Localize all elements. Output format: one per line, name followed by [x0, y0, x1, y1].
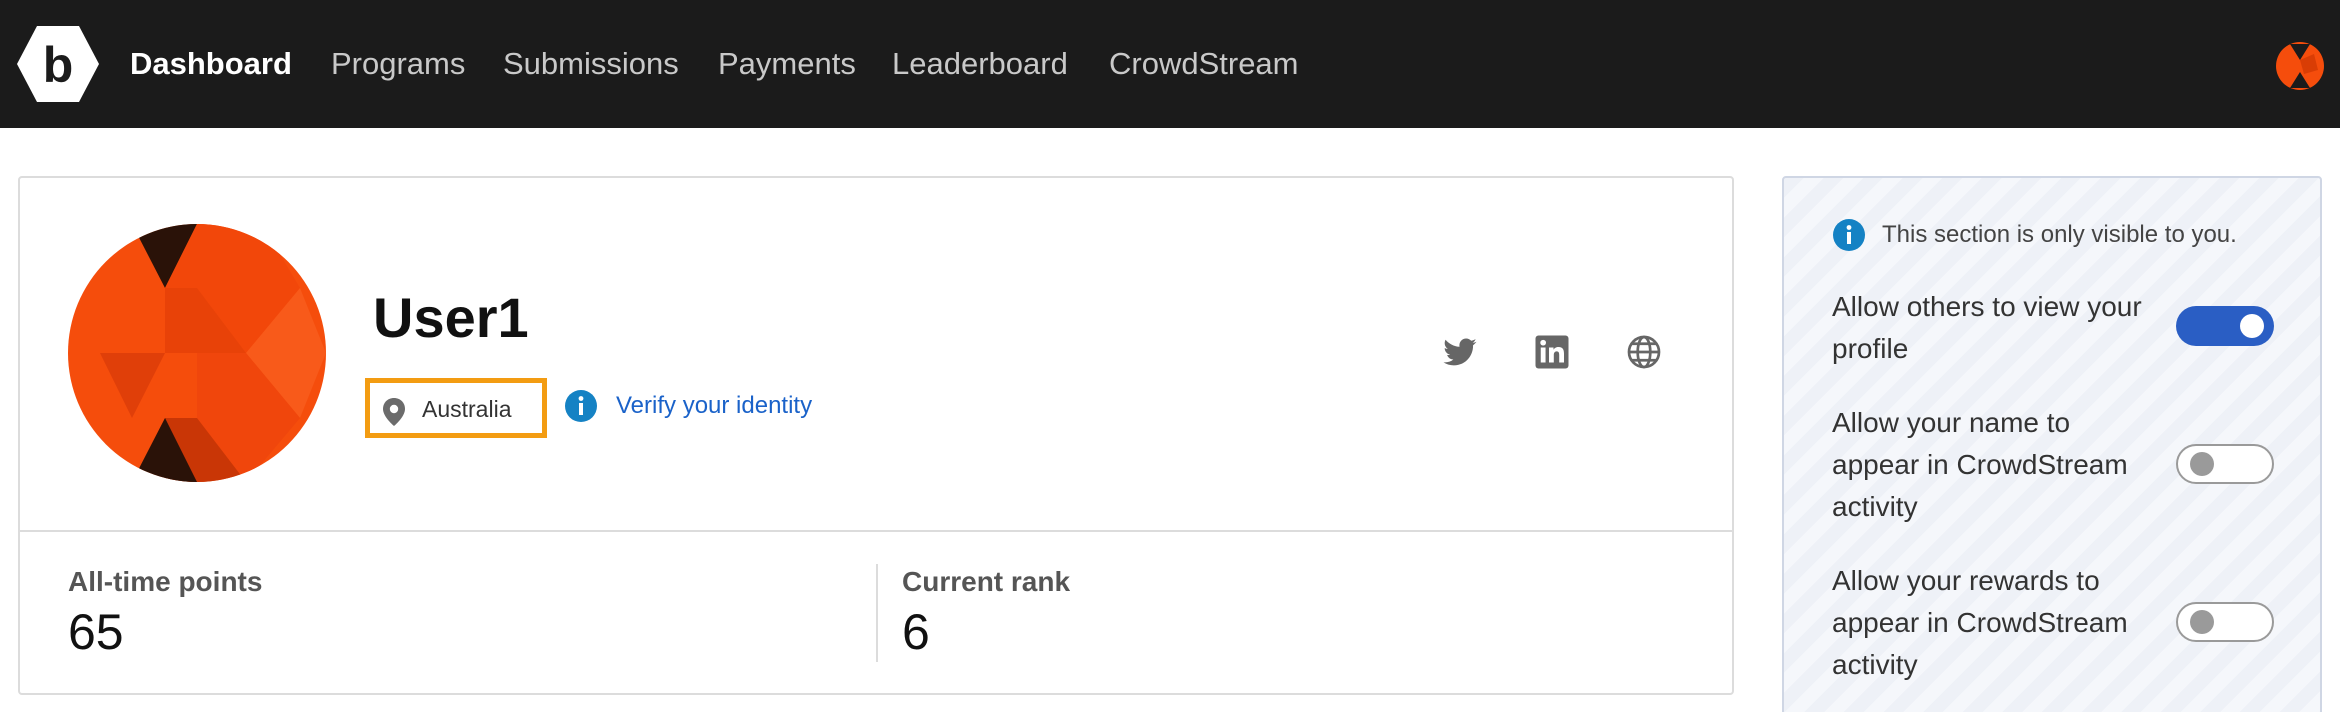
- stat-label: All-time points: [68, 566, 263, 597]
- info-icon: [565, 390, 597, 422]
- toggle-knob: [2190, 452, 2214, 476]
- bugcrowd-logo-icon[interactable]: b: [16, 24, 100, 104]
- top-nav-bar: b Dashboard Programs Submissions Payment…: [0, 0, 2340, 128]
- setting-label-name-crowdstream: Allow your name to appear in CrowdStream…: [1832, 407, 2128, 522]
- verify-identity-link[interactable]: Verify your identity: [616, 390, 812, 422]
- setting-label-view-profile: Allow others to view your profile: [1832, 291, 2142, 364]
- linkedin-icon[interactable]: [1534, 334, 1570, 370]
- twitter-icon[interactable]: [1442, 334, 1478, 370]
- profile-card: User1 Australia Verify your identity All…: [18, 176, 1734, 695]
- user-avatar-menu-icon[interactable]: [2274, 40, 2326, 92]
- toggle-view-profile[interactable]: [2176, 306, 2274, 346]
- svg-text:b: b: [43, 37, 74, 93]
- profile-username: User1: [373, 286, 529, 349]
- location-text: Australia: [422, 396, 512, 422]
- privacy-settings-panel: This section is only visible to you. All…: [1782, 176, 2322, 712]
- profile-avatar: [68, 224, 326, 482]
- map-pin-icon: [383, 398, 405, 426]
- stat-label: Current rank: [902, 566, 1071, 597]
- toggle-rewards-crowdstream[interactable]: [2176, 602, 2274, 642]
- stat-separator: [876, 564, 878, 662]
- toggle-name-crowdstream[interactable]: [2176, 444, 2274, 484]
- setting-label-rewards-crowdstream: Allow your rewards to appear in CrowdStr…: [1832, 565, 2128, 680]
- location-badge: Australia: [365, 378, 547, 438]
- nav-submissions-link[interactable]: Submissions: [503, 42, 679, 86]
- toggle-knob: [2240, 314, 2264, 338]
- nav-payments-link[interactable]: Payments: [718, 42, 856, 86]
- current-rank-stat: Current rank 6: [902, 564, 1070, 660]
- nav-programs-link[interactable]: Programs: [331, 42, 465, 86]
- info-icon: [1833, 219, 1865, 251]
- privacy-notice: This section is only visible to you.: [1882, 221, 2237, 248]
- stat-value: 6: [902, 604, 930, 660]
- nav-leaderboard-link[interactable]: Leaderboard: [892, 42, 1068, 86]
- toggle-knob: [2190, 610, 2214, 634]
- nav-dashboard-link[interactable]: Dashboard: [130, 42, 292, 86]
- globe-icon[interactable]: [1626, 334, 1662, 370]
- nav-crowdstream-link[interactable]: CrowdStream: [1109, 42, 1299, 86]
- stat-value: 65: [68, 604, 124, 660]
- card-divider: [20, 530, 1732, 532]
- all-time-points-stat: All-time points 65: [68, 564, 262, 660]
